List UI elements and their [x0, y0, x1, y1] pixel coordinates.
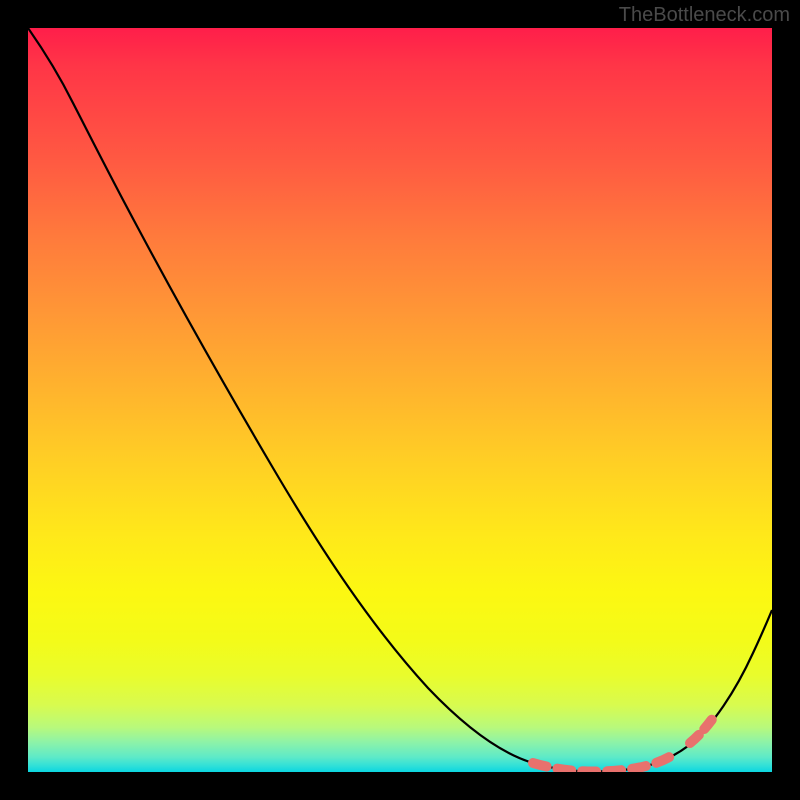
watermark-text: TheBottleneck.com: [619, 4, 790, 27]
chart-svg: [28, 28, 772, 772]
chart-area: [28, 28, 772, 772]
bottleneck-curve: [28, 28, 772, 772]
highlight-segment-1: [533, 753, 676, 772]
highlight-segment-2: [690, 714, 716, 743]
